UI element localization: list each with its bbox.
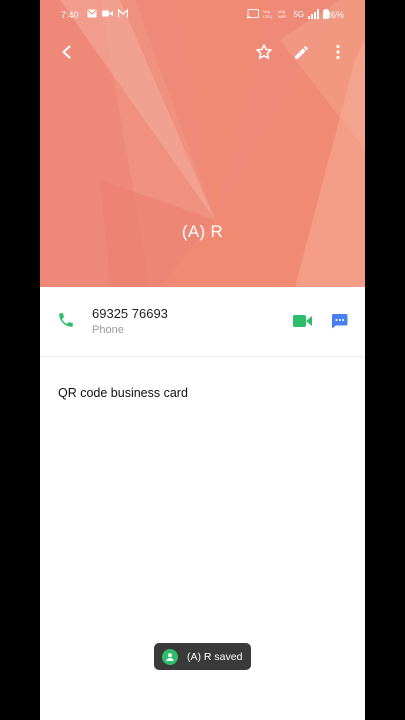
screen: 7:40 Vo)) LTE1 Vo)) WiFi 5G 86% (A) R 69… [40,0,365,720]
pencil-icon [294,45,308,59]
signal-icon [308,9,319,19]
contact-header: 7:40 Vo)) LTE1 Vo)) WiFi 5G 86% (A) R [40,0,365,287]
favorite-button[interactable] [252,40,276,64]
svg-text:LTE1: LTE1 [263,14,273,19]
video-call-icon[interactable] [293,313,313,329]
phone-number: 69325 76693 [92,306,168,321]
qr-code-business-card[interactable]: QR code business card [58,386,188,400]
saved-toast: (A) R saved [154,643,251,670]
volte-icon: Vo)) LTE1 [263,9,273,19]
vowifi-icon: Vo)) WiFi [278,9,286,19]
status-time: 7:40 [61,10,79,20]
more-vert-icon [336,44,340,60]
message-icon[interactable] [331,313,348,329]
video-cam-icon [102,10,113,17]
person-icon [162,648,178,665]
contact-name: (A) R [181,222,224,241]
more-options-button[interactable] [326,40,350,64]
svg-text:WiFi: WiFi [278,14,286,19]
phone-icon[interactable] [57,311,75,329]
mail-icon [87,9,97,18]
star-icon [256,44,272,60]
toast-text: (A) R saved [187,650,243,663]
cast-icon [247,9,260,19]
header-background [40,0,365,287]
back-button[interactable] [55,40,79,64]
phone-type-label: Phone [92,324,124,336]
edit-button[interactable] [289,40,313,64]
phone-entry-row[interactable]: 69325 76693 Phone [40,287,365,357]
gmail-icon [118,9,128,18]
status-bar: 7:40 Vo)) LTE1 Vo)) WiFi 5G 86% [40,0,365,30]
battery-percent: 86% [325,10,344,20]
network-type: 5G [293,9,304,19]
back-arrow-icon [62,45,71,59]
